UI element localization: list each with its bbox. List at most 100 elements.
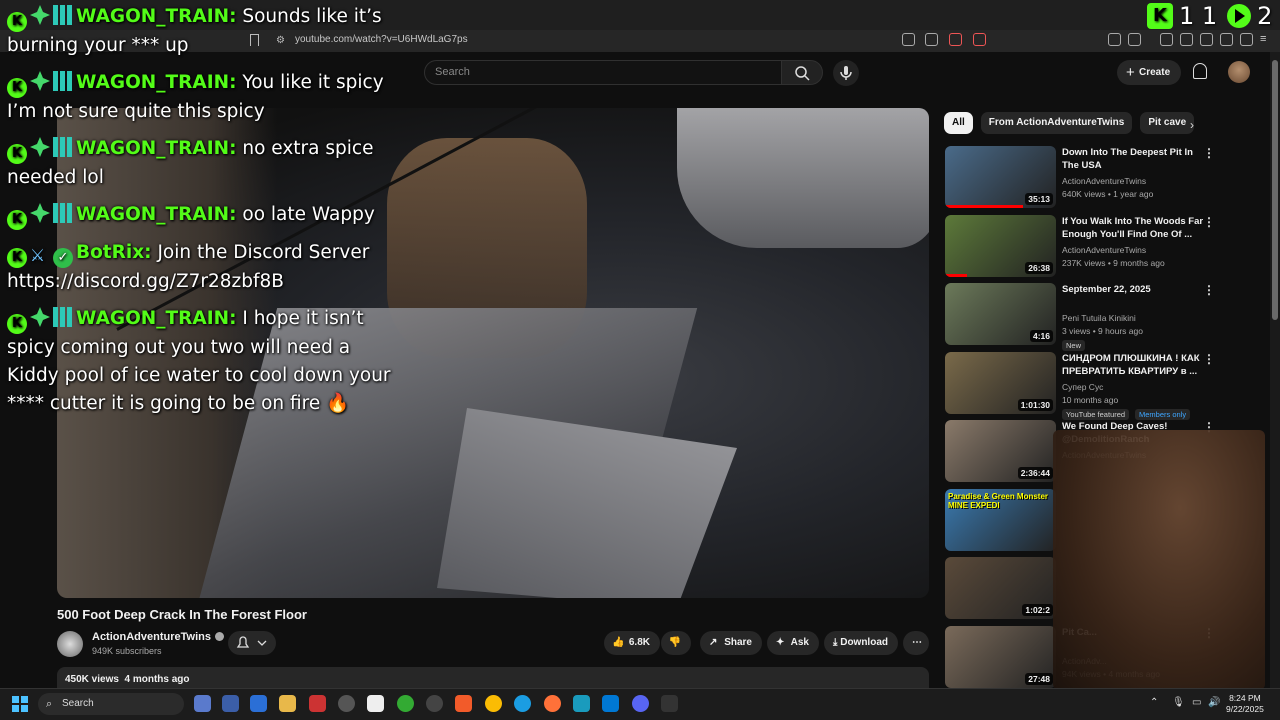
brave-rewards-icon[interactable] xyxy=(973,33,986,46)
channel-avatar[interactable] xyxy=(57,631,83,657)
recommended-video[interactable]: 1:01:30 СИНДРОМ ПЛЮШКИНА ! КАК ПРЕВРАТИТЬ… xyxy=(945,351,1265,420)
play-logo-icon xyxy=(1227,4,1252,28)
chat-username: WAGON_TRAIN: xyxy=(76,6,237,27)
windows-start-icon[interactable] xyxy=(12,696,28,712)
account-avatar[interactable] xyxy=(1228,61,1250,83)
recommended-meta: 10 months ago xyxy=(1062,394,1119,405)
taskbar-search[interactable]: ⌕ Search xyxy=(38,693,184,715)
brave-icon[interactable] xyxy=(455,695,472,712)
recommended-title[interactable]: If You Walk Into The Woods Far Enough Yo… xyxy=(1062,215,1212,241)
video-thumbnail[interactable]: 35:13 xyxy=(945,146,1056,208)
recommended-channel[interactable]: Супер Сус xyxy=(1062,382,1103,392)
download-button[interactable]: ⤓ Download xyxy=(824,631,898,655)
star-badge-icon xyxy=(30,71,50,91)
vscode-icon[interactable] xyxy=(602,695,619,712)
video-thumbnail[interactable]: 4:16 xyxy=(945,283,1056,345)
create-button[interactable]: + Create xyxy=(1117,60,1181,85)
chevron-up-icon[interactable]: ⌃ xyxy=(1150,697,1158,708)
discord-icon[interactable] xyxy=(632,695,649,712)
volume-icon[interactable]: 🔊 xyxy=(1208,697,1220,708)
download-icon: ⤓ xyxy=(833,637,838,648)
recommended-title[interactable]: СИНДРОМ ПЛЮШКИНА ! КАК ПРЕВРАТИТЬ КВАРТИ… xyxy=(1062,352,1212,378)
chrome-icon[interactable] xyxy=(485,695,502,712)
plus-icon: + xyxy=(1126,64,1135,81)
subscription-bell-button[interactable] xyxy=(228,631,276,655)
video-thumbnail[interactable]: 27:48 xyxy=(945,625,1056,688)
firefox-icon[interactable] xyxy=(544,695,561,712)
extensions-icon[interactable] xyxy=(1108,33,1121,46)
app-icon-17[interactable] xyxy=(661,695,678,712)
video-thumbnail[interactable]: Paradise & Green Monster MINE EXPEDI xyxy=(945,488,1056,551)
mic-tray-icon[interactable]: 🎙 xyxy=(1172,697,1185,708)
voice-search-button[interactable] xyxy=(833,60,859,86)
video-thumbnail[interactable]: 2:36:44 xyxy=(945,420,1056,482)
video-thumbnail[interactable]: 1:01:30 xyxy=(945,351,1056,414)
filter-chip[interactable]: All xyxy=(944,112,973,134)
video-thumbnail[interactable]: 26:38 xyxy=(945,214,1056,277)
bars-badge-icon xyxy=(53,307,73,327)
more-options-icon[interactable]: ⋮ xyxy=(1203,215,1215,229)
recommended-channel[interactable]: ActionAdventureTwins xyxy=(1062,245,1146,255)
app-icon-5[interactable] xyxy=(309,695,326,712)
more-options-icon[interactable]: ⋮ xyxy=(1203,146,1215,160)
ask-button[interactable]: ✦ Ask xyxy=(767,631,819,655)
leo-ai-icon[interactable] xyxy=(1220,33,1233,46)
video-thumbnail[interactable]: 1:02:2 xyxy=(945,557,1056,619)
file-explorer-icon[interactable] xyxy=(279,695,296,712)
star-badge-icon xyxy=(30,137,50,157)
upload-age: 4 months ago xyxy=(124,674,190,685)
scrollbar-thumb[interactable] xyxy=(1272,60,1278,320)
chat-message: K WAGON_TRAIN: I hope it isn’t spicy comi… xyxy=(7,305,407,418)
app-icon-8[interactable] xyxy=(397,695,414,712)
verified-badge-icon: ✓ xyxy=(53,248,73,268)
channel-name[interactable]: ActionAdventureTwins xyxy=(92,631,224,643)
share-page-icon[interactable] xyxy=(925,33,938,46)
sidebar-icon[interactable] xyxy=(1180,33,1193,46)
app-icon-1[interactable] xyxy=(194,695,211,712)
more-options-icon[interactable]: ⋮ xyxy=(1203,283,1215,297)
download-label: Download xyxy=(840,637,888,648)
app-icon-6[interactable] xyxy=(338,695,355,712)
thumbs-down-icon: 👎 xyxy=(668,637,681,648)
recommended-video[interactable]: 26:38 If You Walk Into The Woods Far Enou… xyxy=(945,214,1265,279)
more-actions-button[interactable]: ⋯ xyxy=(903,631,929,655)
more-options-icon[interactable]: ⋮ xyxy=(1203,352,1215,366)
video-duration: 2:36:44 xyxy=(1017,467,1053,479)
share-button[interactable]: ↗ Share xyxy=(700,631,762,655)
wallet-icon[interactable] xyxy=(1200,33,1213,46)
filter-chip[interactable]: From ActionAdventureTwins xyxy=(980,112,1133,134)
recommended-channel[interactable]: Peni Tutuila Kinikini xyxy=(1062,313,1136,323)
recommended-video[interactable]: 4:16 September 22, 2025 Peni Tutuila Kinik… xyxy=(945,283,1265,351)
view-count: 450K views xyxy=(65,674,119,685)
edge-icon[interactable] xyxy=(514,695,531,712)
filter-chip[interactable]: Pit cave xyxy=(1140,112,1195,134)
search-button[interactable] xyxy=(781,60,823,85)
kick-badge-icon: K xyxy=(7,248,27,268)
screenshot-icon[interactable] xyxy=(1128,33,1141,46)
notifications-icon[interactable] xyxy=(1193,63,1207,79)
video-duration: 27:48 xyxy=(1025,672,1053,685)
app-icon-3[interactable] xyxy=(250,695,267,712)
app-icon-14[interactable] xyxy=(573,695,590,712)
brave-shield-icon[interactable] xyxy=(949,33,962,46)
bars-badge-icon xyxy=(53,5,73,25)
app-icon-2[interactable] xyxy=(222,695,239,712)
network-icon[interactable]: ▭ xyxy=(1192,697,1201,708)
obs-icon[interactable] xyxy=(426,695,443,712)
media-icon[interactable] xyxy=(1160,33,1173,46)
app-icon-7[interactable] xyxy=(367,695,384,712)
chevron-right-icon[interactable]: › xyxy=(1190,118,1194,132)
recommended-title[interactable]: Down Into The Deepest Pit In The USA xyxy=(1062,146,1212,172)
chat-message: K WAGON_TRAIN: no extra spice needed lol xyxy=(7,135,407,192)
sword-badge-icon: ⚔ xyxy=(30,246,46,266)
menu-icon[interactable]: ≡ xyxy=(1260,33,1273,46)
recommended-video[interactable]: 35:13 Down Into The Deepest Pit In The US… xyxy=(945,146,1265,210)
recommended-title[interactable]: September 22, 2025 xyxy=(1062,283,1212,296)
dislike-button[interactable]: 👎 xyxy=(661,631,691,655)
recommended-channel[interactable]: ActionAdventureTwins xyxy=(1062,176,1146,186)
system-clock[interactable]: 8:24 PM 9/22/2025 xyxy=(1226,693,1264,715)
cast-icon[interactable] xyxy=(902,33,915,46)
vpn-icon[interactable] xyxy=(1240,33,1253,46)
search-input[interactable]: Search xyxy=(424,60,782,85)
like-button[interactable]: 👍 6.8K xyxy=(604,631,660,655)
